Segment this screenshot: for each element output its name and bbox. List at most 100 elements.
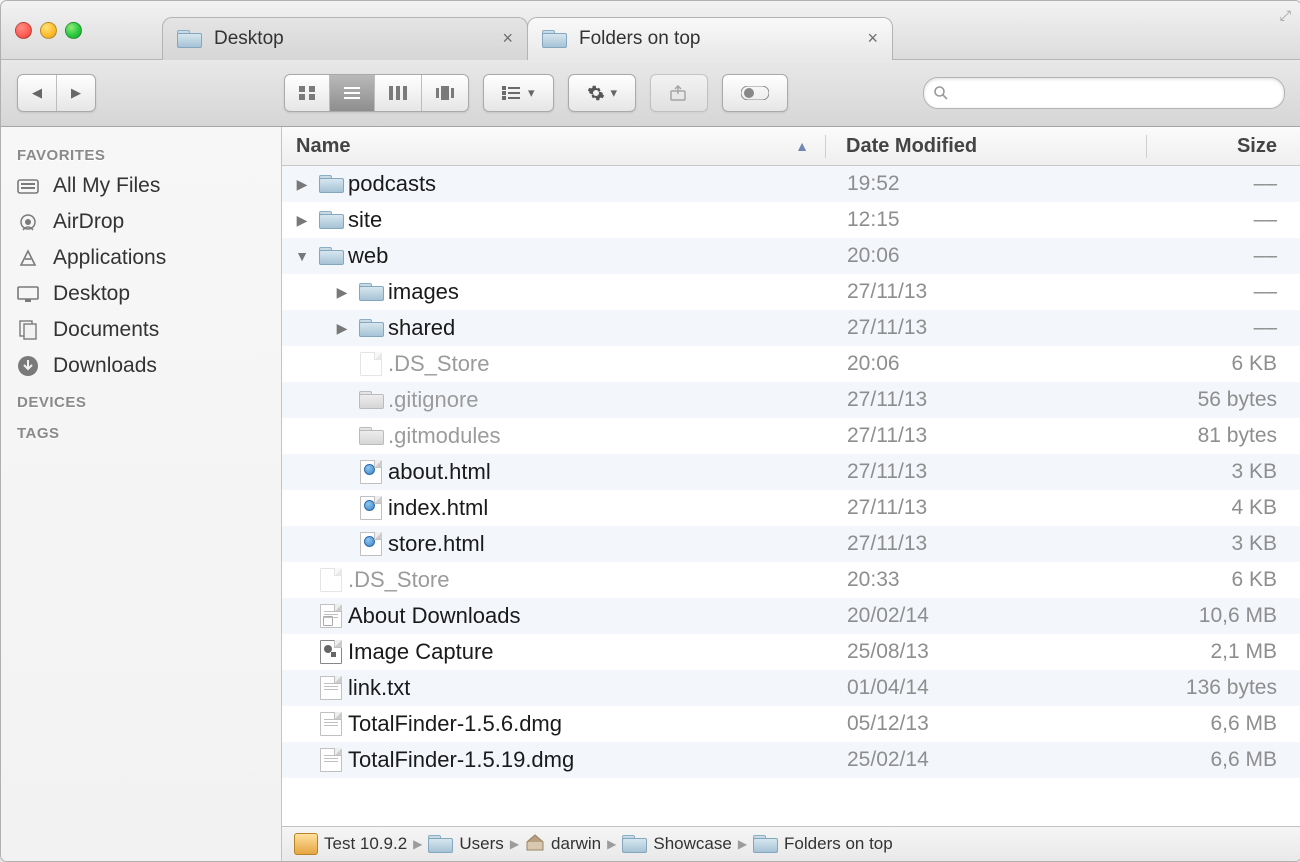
file-size: 136 bytes [1147,676,1300,700]
traffic-lights [15,22,82,39]
file-date: 12:15 [827,208,1147,232]
search-field[interactable] [923,77,1285,109]
file-size: –– [1147,280,1300,304]
file-date: 20/02/14 [827,604,1147,628]
file-row[interactable]: ▶site12:15–– [282,202,1300,238]
folder-icon [359,283,384,301]
file-date: 19:52 [827,172,1147,196]
documents-icon [15,319,41,341]
file-row[interactable]: ▶images27/11/13–– [282,274,1300,310]
home-icon [525,833,545,856]
path-segment[interactable]: Users [428,834,503,854]
path-label: Showcase [653,834,731,854]
tab-folders-on-top[interactable]: Folders on top × [527,17,893,60]
columns-icon [389,86,407,100]
disclosure-closed-icon[interactable]: ▶ [334,320,350,337]
column-header-name[interactable]: Name ▲ [282,135,826,158]
file-name: TotalFinder-1.5.19.dmg [348,747,574,773]
tab-label: Folders on top [579,28,700,50]
column-header-size-label: Size [1237,135,1277,157]
sidebar-item-label: AirDrop [53,210,124,234]
file-name: link.txt [348,675,410,701]
file-row[interactable]: Image Capture25/08/132,1 MB [282,634,1300,670]
file-size: 6,6 MB [1147,712,1300,736]
file-row[interactable]: ▶podcasts19:52–– [282,166,1300,202]
share-button[interactable] [650,74,708,112]
zoom-window-button[interactable] [65,22,82,39]
back-button[interactable]: ◀ [18,75,56,111]
sidebar-item-documents[interactable]: Documents [1,312,281,348]
file-row[interactable]: about.html27/11/133 KB [282,454,1300,490]
view-columns-button[interactable] [374,75,421,111]
sidebar-item-label: All My Files [53,174,160,198]
file-date: 20:33 [827,568,1147,592]
finder-window: { "tabs": [ {"label":"Desktop","active":… [0,0,1300,862]
file-row[interactable]: link.txt01/04/14136 bytes [282,670,1300,706]
path-segment[interactable]: Folders on top [753,834,893,854]
file-size: 4 KB [1147,496,1300,520]
sidebar-item-desktop[interactable]: Desktop [1,276,281,312]
file-row[interactable]: ▼web20:06–– [282,238,1300,274]
sidebar-item-downloads[interactable]: Downloads [1,348,281,384]
view-coverflow-button[interactable] [421,75,468,111]
disclosure-closed-icon[interactable]: ▶ [294,176,310,193]
file-row[interactable]: .gitmodules27/11/1381 bytes [282,418,1300,454]
file-size: 6 KB [1147,352,1300,376]
chevron-right-icon: ▶ [413,837,422,851]
file-row[interactable]: .gitignore27/11/1356 bytes [282,382,1300,418]
search-icon [934,86,948,100]
file-row[interactable]: TotalFinder-1.5.19.dmg25/02/146,6 MB [282,742,1300,778]
sidebar: FAVORITES All My Files AirDrop Applicati… [1,127,282,861]
sidebar-item-all-my-files[interactable]: All My Files [1,168,281,204]
search-input[interactable] [954,84,1274,103]
view-icons-button[interactable] [285,75,329,111]
sidebar-item-label: Downloads [53,354,157,378]
dual-mode-button[interactable] [722,74,788,112]
gear-icon [587,84,605,102]
folder-icon [319,247,344,265]
action-button[interactable]: ▾ [568,74,637,112]
sidebar-item-airdrop[interactable]: AirDrop [1,204,281,240]
folder-icon [622,835,647,853]
file-row[interactable]: ▶shared27/11/13–– [282,310,1300,346]
file-list[interactable]: ▶podcasts19:52––▶site12:15––▼web20:06––▶… [282,166,1300,826]
text-file-icon [320,676,342,700]
disclosure-closed-icon[interactable]: ▶ [294,212,310,229]
path-bar[interactable]: Test 10.9.2▶Users▶darwin▶Showcase▶Folder… [282,826,1300,861]
close-tab-icon[interactable]: × [867,28,878,49]
minimize-window-button[interactable] [40,22,57,39]
file-date: 27/11/13 [827,424,1147,448]
file-row[interactable]: .DS_Store20:336 KB [282,562,1300,598]
path-segment[interactable]: darwin [525,833,601,856]
chevron-down-icon: ▾ [611,85,618,101]
file-name: .DS_Store [388,351,490,377]
arrange-button[interactable]: ▾ [483,74,554,112]
file-name: shared [388,315,455,341]
file-size: 3 KB [1147,532,1300,556]
path-segment[interactable]: Test 10.9.2 [294,833,407,855]
forward-button[interactable]: ▶ [56,75,95,111]
arrange-icon [502,86,522,100]
file-row[interactable]: index.html27/11/134 KB [282,490,1300,526]
tab-desktop[interactable]: Desktop × [162,17,528,60]
file-date: 20:06 [827,352,1147,376]
close-tab-icon[interactable]: × [502,28,513,49]
view-list-button[interactable] [329,75,374,111]
file-row[interactable]: store.html27/11/133 KB [282,526,1300,562]
file-size: 2,1 MB [1147,640,1300,664]
column-header-size[interactable]: Size [1147,135,1300,158]
sidebar-item-applications[interactable]: Applications [1,240,281,276]
fullscreen-icon[interactable]: ⤢ [1280,7,1291,24]
file-date: 20:06 [827,244,1147,268]
disclosure-closed-icon[interactable]: ▶ [334,284,350,301]
tab-strip: Desktop × Folders on top × [162,1,892,59]
list-icon [344,86,360,100]
disclosure-open-icon[interactable]: ▼ [294,248,310,264]
file-date: 27/11/13 [827,496,1147,520]
path-segment[interactable]: Showcase [622,834,731,854]
close-window-button[interactable] [15,22,32,39]
column-header-date[interactable]: Date Modified [826,135,1147,158]
file-row[interactable]: .DS_Store 20:066 KB [282,346,1300,382]
file-row[interactable]: TotalFinder-1.5.6.dmg05/12/136,6 MB [282,706,1300,742]
file-row[interactable]: About Downloads20/02/1410,6 MB [282,598,1300,634]
